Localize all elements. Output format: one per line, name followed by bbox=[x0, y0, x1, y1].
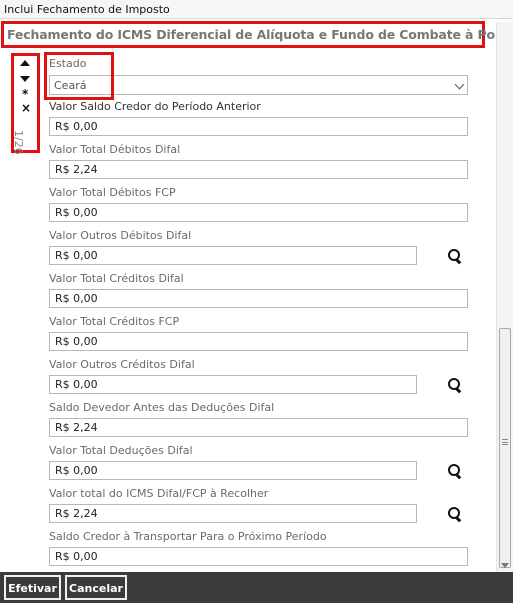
estado-label: Estado bbox=[49, 57, 87, 70]
field-label-total-deducoes-difal: Valor Total Deduções Difal bbox=[49, 444, 193, 457]
record-navigator: * × 1/26 bbox=[11, 53, 40, 155]
field-label-saldo-credor-transportar: Saldo Credor à Transportar Para o Próxim… bbox=[49, 530, 327, 543]
search-icon[interactable] bbox=[447, 377, 463, 393]
grip-icon bbox=[502, 439, 508, 445]
field-label-total-creditos-difal: Valor Total Créditos Difal bbox=[49, 272, 184, 285]
field-input-saldo-devedor-deducoes[interactable]: R$ 2,24 bbox=[49, 418, 468, 437]
estado-value: Ceará bbox=[54, 79, 87, 92]
field-input-total-deducoes-difal[interactable]: R$ 0,00 bbox=[49, 461, 417, 480]
search-icon[interactable] bbox=[447, 463, 463, 479]
delete-record-icon[interactable]: × bbox=[21, 101, 31, 115]
record-counter: 1/26 bbox=[12, 130, 25, 155]
field-input-total-creditos-difal[interactable]: R$ 0,00 bbox=[49, 289, 468, 308]
field-input-outros-creditos-difal[interactable]: R$ 0,00 bbox=[49, 375, 417, 394]
field-label-saldo-credor-anterior: Valor Saldo Credor do Período Anterior bbox=[49, 100, 261, 113]
new-record-icon[interactable]: * bbox=[22, 87, 28, 101]
field-input-saldo-credor-transportar[interactable]: R$ 0,00 bbox=[49, 547, 468, 566]
search-icon[interactable] bbox=[447, 248, 463, 264]
field-input-outros-debitos-difal[interactable]: R$ 0,00 bbox=[49, 246, 417, 265]
field-label-outros-creditos-difal: Valor Outros Créditos Difal bbox=[49, 358, 195, 371]
field-label-outros-debitos-difal: Valor Outros Débitos Difal bbox=[49, 229, 192, 242]
field-label-total-creditos-fcp: Valor Total Créditos FCP bbox=[49, 315, 180, 328]
footer-bar: Efetivar Cancelar bbox=[0, 572, 513, 603]
estado-select[interactable]: Ceará bbox=[49, 75, 468, 95]
field-label-total-debitos-difal: Valor Total Débitos Difal bbox=[49, 143, 181, 156]
next-record-icon[interactable] bbox=[20, 76, 30, 82]
chevron-down-icon bbox=[454, 79, 465, 90]
field-input-total-debitos-difal[interactable]: R$ 2,24 bbox=[49, 160, 468, 179]
form-header: Fechamento do ICMS Diferencial de Alíquo… bbox=[1, 21, 513, 48]
scrollbar-thumb[interactable] bbox=[499, 328, 511, 568]
field-input-total-debitos-fcp[interactable]: R$ 0,00 bbox=[49, 203, 468, 222]
field-label-total-debitos-fcp: Valor Total Débitos FCP bbox=[49, 186, 176, 199]
vertical-scrollbar[interactable] bbox=[496, 22, 513, 572]
efetivar-button[interactable]: Efetivar bbox=[4, 575, 61, 600]
scroll-down-icon[interactable] bbox=[501, 563, 509, 568]
window-title: Inclui Fechamento de Imposto bbox=[0, 0, 513, 19]
field-input-total-creditos-fcp[interactable]: R$ 0,00 bbox=[49, 332, 468, 351]
previous-record-icon[interactable] bbox=[20, 60, 30, 66]
field-input-icms-difal-recolher[interactable]: R$ 2,24 bbox=[49, 504, 417, 523]
field-label-icms-difal-recolher: Valor total do ICMS Difal/FCP à Recolher bbox=[49, 487, 269, 500]
form-title: Fechamento do ICMS Diferencial de Alíquo… bbox=[7, 27, 513, 42]
search-icon[interactable] bbox=[447, 506, 463, 522]
field-label-saldo-devedor-deducoes: Saldo Devedor Antes das Deduções Difal bbox=[49, 401, 275, 414]
cancelar-button[interactable]: Cancelar bbox=[65, 575, 127, 600]
field-input-saldo-credor-anterior[interactable]: R$ 0,00 bbox=[49, 117, 468, 136]
